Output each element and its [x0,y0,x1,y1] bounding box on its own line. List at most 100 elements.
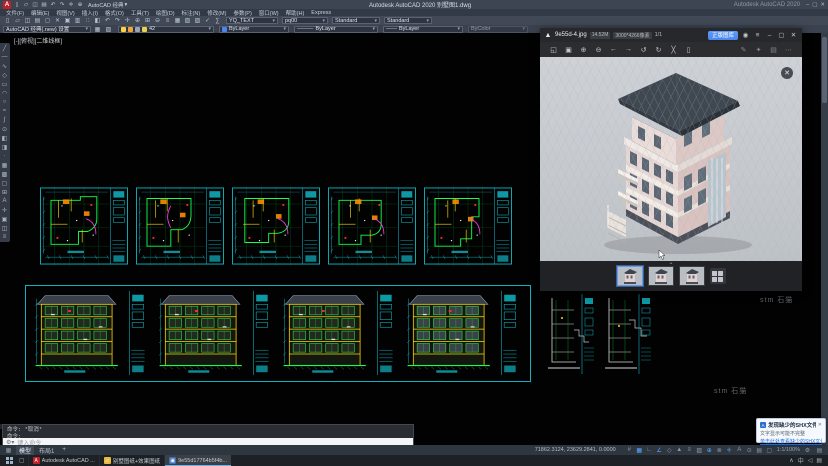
layer-select[interactable]: 42 ▾ [118,26,214,33]
viewer-minimize-button[interactable]: – [765,32,774,39]
ime-indicator-icon[interactable]: 中 [798,456,804,465]
construction-line-tool-icon[interactable]: — [0,53,9,61]
notification-link[interactable]: 单击此处查看缺少的SHX文件。 [760,438,822,445]
redo-icon[interactable]: ↷ [58,1,66,8]
minimize-button[interactable]: – [806,2,809,8]
transparency-toggle[interactable]: ▨ [695,446,704,454]
viewer-titlebar[interactable]: ▲ 9e55d-4.jpg 14.52M 3000*4266像素 1/1 正版图… [540,28,802,42]
user-account-icon[interactable]: ◉ [741,31,750,39]
floor-plan-4[interactable] [328,186,416,271]
otrack-toggle[interactable]: ▲ [675,446,684,454]
elevation-2[interactable] [155,289,277,382]
fit-window-icon[interactable]: ▣ [563,46,574,54]
previous-icon[interactable]: ← [608,46,619,53]
more-icon[interactable]: ⋯ [783,46,794,54]
text-style-select[interactable]: YQ_TEXT▾ [226,17,278,24]
annotation-monitor-toggle[interactable]: ⊙ [745,446,754,454]
point-tool-icon[interactable]: · [0,152,9,160]
polyline-tool-icon[interactable]: ∿ [0,62,9,70]
rectangle-tool-icon[interactable]: ▭ [0,80,9,88]
fullscreen-icon[interactable]: ◱ [548,46,559,54]
save-icon[interactable]: ◫ [31,1,39,8]
edit-icon[interactable]: ✎ [738,46,749,54]
floor-plan-1[interactable] [40,186,128,271]
cut-icon[interactable]: ✕ [53,17,62,25]
line-tool-icon[interactable]: ╱ [0,44,9,52]
overlay-close-icon[interactable]: ✕ [781,67,793,79]
beautify-icon[interactable]: ✦ [753,46,764,54]
viewer-close-button[interactable]: ✕ [789,31,798,39]
elevation-4[interactable] [403,289,525,382]
volume-icon[interactable]: ◁ [808,457,813,464]
viewer-maximize-button[interactable]: ▢ [777,31,786,39]
grid-toggle[interactable]: ▦ [635,446,644,454]
zoom-in-icon[interactable]: ⊕ [578,46,589,54]
task-view-icon[interactable]: ▢ [19,457,25,464]
print-icon[interactable]: ▤ [768,46,779,54]
zoom-previous-icon[interactable]: ⊖ [153,17,162,25]
section-detail-2[interactable] [599,290,653,383]
polygon-tool-icon[interactable]: ◇ [0,71,9,79]
zoom-out-icon[interactable]: ⊖ [593,46,604,54]
viewer-image-area[interactable]: ✕ [540,57,802,261]
tool-palettes-icon[interactable]: ▧ [183,17,192,25]
notification-close-icon[interactable]: ✕ [818,422,822,428]
undo-icon[interactable]: ↶ [103,17,112,25]
linetype-select[interactable]: ——— ByLayer ▾ [294,26,378,33]
clean-screen-toggle[interactable]: ▢ [765,446,774,454]
elevation-1[interactable] [31,289,153,382]
taskbar-app-3[interactable]: ▣9e55d17764b5f4b... [164,455,231,466]
open-icon[interactable]: ▱ [22,1,30,8]
isodraft-toggle[interactable]: ◇ [665,446,674,454]
model-space-icon[interactable]: ▦ [4,446,13,454]
start-button[interactable] [2,455,16,466]
sheet-set-icon[interactable]: ▨ [193,17,202,25]
lineweight-toggle[interactable]: ≡ [685,446,694,454]
make-block-tool-icon[interactable]: ◨ [0,143,9,151]
snap-toggle[interactable]: # [625,446,634,454]
network-icon[interactable]: ▤ [816,457,822,464]
spline-tool-icon[interactable]: ∫ [0,116,9,124]
save-icon[interactable]: ◫ [23,17,32,25]
thumbnail-grid-button[interactable] [710,268,726,284]
pan-icon[interactable]: ✛ [67,1,75,8]
mirror-tool-icon[interactable]: ◫ [0,224,9,232]
new-icon[interactable]: ▯ [3,17,12,25]
plot-preview-icon[interactable]: ◻ [43,17,52,25]
stock-library-button[interactable]: 正版图库 [708,31,738,40]
thumbnail-render-view-1[interactable] [617,266,643,286]
zoom-icon[interactable]: ⊕ [76,1,84,8]
delete-icon[interactable]: ╳ [668,46,679,54]
copy-tool-icon[interactable]: ▣ [0,215,9,223]
tab-layout1[interactable]: 布局1 [36,446,57,455]
osnap-3d-toggle[interactable]: ⊗ [715,446,724,454]
mleader-style-select[interactable]: Standard▾ [384,17,432,24]
customize-statusbar-icon[interactable]: ▤ [815,446,824,454]
dim-style-select[interactable]: pq00▾ [282,17,328,24]
plot-icon[interactable]: ▤ [40,1,48,8]
pan-realtime-icon[interactable]: ✛ [123,17,132,25]
tab-model[interactable]: 模型 [16,446,34,455]
insert-block-tool-icon[interactable]: ◧ [0,134,9,142]
arc-tool-icon[interactable]: ◠ [0,89,9,97]
plot-icon[interactable]: ▤ [33,17,42,25]
move-tool-icon[interactable]: ✛ [0,206,9,214]
ortho-toggle[interactable]: ∟ [645,446,654,454]
floor-plan-3[interactable] [232,186,320,271]
circle-tool-icon[interactable]: ○ [0,98,9,106]
gradient-tool-icon[interactable]: ▩ [0,170,9,178]
menu-item-13[interactable]: Express [311,10,331,16]
qnew-icon[interactable]: ▯ [13,1,21,8]
settings-gear-icon[interactable]: ⚙ [803,446,812,454]
thumbnail-render-view-2[interactable] [648,266,674,286]
thumbnail-render-view-3[interactable] [679,266,705,286]
floor-plan-2[interactable] [136,186,224,271]
block-icon[interactable]: ◧ [93,17,102,25]
open-icon[interactable]: ▱ [13,17,22,25]
hatch-tool-icon[interactable]: ▦ [0,161,9,169]
quick-calc-icon[interactable]: ∑ [213,17,222,25]
color-select[interactable]: ByLayer ▾ [219,26,289,33]
workspace-switcher[interactable]: AutoCAD 经典▾ [86,1,129,9]
paste-icon[interactable]: ▥ [73,17,82,25]
quick-properties-toggle[interactable]: ▤ [755,446,764,454]
